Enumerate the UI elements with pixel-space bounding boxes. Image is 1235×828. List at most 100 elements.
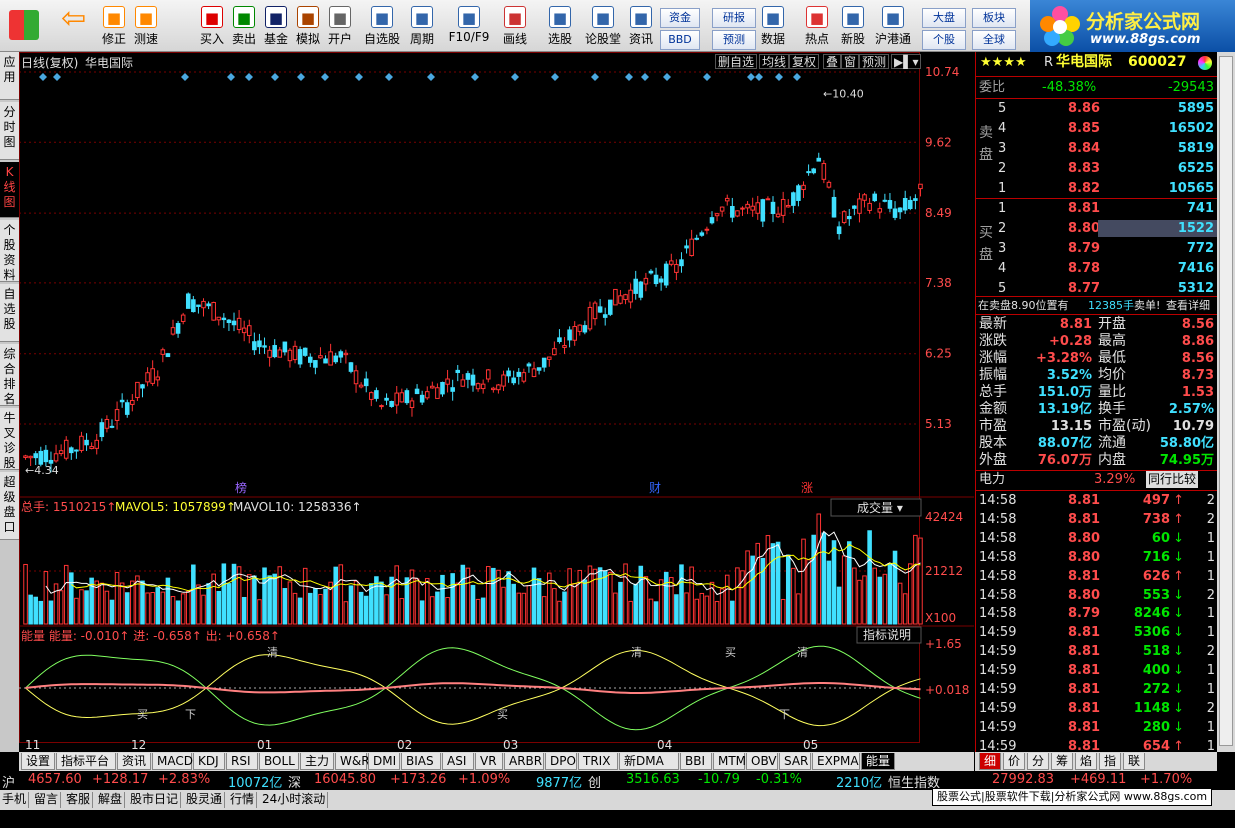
service-tab-1[interactable]: 留言 <box>32 792 62 808</box>
toolbar-button-fund[interactable]: ■ 基金 <box>260 2 292 50</box>
toolbar-button-up-down-arrows[interactable]: ■ 修正 <box>98 2 130 50</box>
indicator-tab-1[interactable]: 指标平台 <box>56 753 116 770</box>
volume-bar <box>318 593 323 625</box>
left-tab-5[interactable]: 综合排名 <box>0 344 19 406</box>
ask-row[interactable]: 1 8.82 10565 <box>976 180 1218 197</box>
chart-tool-5[interactable]: 预测 <box>859 54 890 69</box>
service-tab-2[interactable]: 客服 <box>64 792 94 808</box>
bid-row[interactable]: 3 8.79 772 <box>976 240 1218 257</box>
service-tab-0[interactable]: 手机 <box>0 792 30 808</box>
ask-row[interactable]: 5 8.86 5895 <box>976 100 1218 117</box>
toolbar-button-clock[interactable]: ■ 测速 <box>130 2 162 50</box>
chart-tool-4[interactable]: 窗 <box>841 54 860 69</box>
left-tab-7[interactable]: 超级盘口 <box>0 472 19 540</box>
bid-row[interactable]: 1 8.81 741 <box>976 200 1218 217</box>
bid-row[interactable]: 4 8.78 7416 <box>976 260 1218 277</box>
toolbar-button-lock[interactable]: ■ 开户 <box>324 2 356 50</box>
toolbar-button-hammer[interactable]: ■ 模拟 <box>292 2 324 50</box>
promo-banner[interactable]: 股票公式|股票软件下载|分析家公式网 www.88gs.com <box>932 788 1212 806</box>
left-tab-0[interactable]: 应用 <box>0 52 19 100</box>
left-tab-4[interactable]: 自选股 <box>0 284 19 342</box>
toolbar-button-sell[interactable]: ■ 卖出 <box>228 2 260 50</box>
indicator-tab-2[interactable]: 资讯 <box>117 753 151 770</box>
chart-tool-3[interactable]: 叠 <box>823 54 842 69</box>
back-button[interactable]: ⇦ <box>54 2 90 50</box>
indicator-tab-4[interactable]: KDJ <box>193 753 225 770</box>
service-tab-6[interactable]: 行情 <box>228 792 258 808</box>
indicator-tab-12[interactable]: VR <box>475 753 503 770</box>
detail-tab-0[interactable]: 细 <box>979 753 1001 770</box>
indicator-tab-0[interactable]: 设置 <box>21 753 55 770</box>
toolbar-button-sse-hke[interactable]: ■ 沪港通 <box>870 2 916 50</box>
bid-row[interactable]: 2 8.80 1522 <box>976 220 1218 237</box>
service-tab-3[interactable]: 解盘 <box>96 792 126 808</box>
market-button[interactable]: 大盘 <box>922 8 966 28</box>
indicator-tab-9[interactable]: DMI <box>368 753 400 770</box>
indicator-tab-20[interactable]: SAR <box>779 753 811 770</box>
toolbar-button-discuss[interactable]: ■ 论股堂 <box>584 2 622 50</box>
indicator-tab-15[interactable]: TRIX <box>578 753 618 770</box>
indicator-tab-13[interactable]: ARBR <box>504 753 544 770</box>
left-tab-3[interactable]: 个股资料 <box>0 220 19 282</box>
toolbar-button-select[interactable]: ■ 选股 <box>542 2 578 50</box>
ask-row[interactable]: 2 8.83 6525 <box>976 160 1218 177</box>
detail-tab-6[interactable]: 联 <box>1123 753 1145 770</box>
toolbar-button-ipo[interactable]: ■ 新股 <box>838 2 868 50</box>
bid-row[interactable]: 5 8.77 5312 <box>976 280 1218 297</box>
left-tab-1[interactable]: 分时图 <box>0 102 19 160</box>
toolbar-button-pencil[interactable]: ■ 画线 <box>496 2 534 50</box>
main-menu-button[interactable] <box>4 2 44 50</box>
indicator-tab-14[interactable]: DPO <box>545 753 577 770</box>
toolbar-button-buy[interactable]: ■ 买入 <box>196 2 228 50</box>
indicator-tab-21[interactable]: EXPMA <box>812 753 860 770</box>
ask-row[interactable]: 4 8.85 16502 <box>976 120 1218 137</box>
research-button[interactable]: 研报 <box>712 8 756 28</box>
toolbar-button-pe-data[interactable]: ■ 数据 <box>756 2 790 50</box>
indicator-tab-8[interactable]: W&R <box>335 753 370 770</box>
indicator-tab-3[interactable]: MACD <box>152 753 193 770</box>
indicator-tab-22[interactable]: 能量 <box>861 753 895 770</box>
forecast-button[interactable]: 预测 <box>712 30 756 50</box>
chart-tool-0[interactable]: 删自选 <box>715 54 758 69</box>
chart-tool-2[interactable]: 复权 <box>789 54 820 69</box>
peer-compare-button[interactable]: 同行比较 <box>1146 471 1199 488</box>
capital-button[interactable]: 资金 <box>660 8 700 28</box>
indicator-tab-16[interactable]: 新DMA <box>619 753 679 770</box>
color-wheel-icon[interactable] <box>1198 56 1212 70</box>
service-tab-7[interactable]: 24小时滚动 <box>260 792 329 808</box>
stock-button[interactable]: 个股 <box>922 30 966 50</box>
chart-menu-icon[interactable]: ▶▌▾ <box>891 54 922 69</box>
indicator-tab-5[interactable]: RSI <box>226 753 258 770</box>
sector-name[interactable]: 电力 <box>979 471 1005 488</box>
vertical-scrollbar[interactable] <box>1217 52 1235 752</box>
detail-tab-2[interactable]: 分 <box>1027 753 1049 770</box>
bbd-button[interactable]: BBD <box>660 30 700 50</box>
notice-detail-link[interactable]: 查看详细 <box>1166 297 1210 314</box>
indicator-tab-10[interactable]: BIAS <box>401 753 441 770</box>
indicator-tab-19[interactable]: OBV <box>746 753 778 770</box>
toolbar-button-clock-period[interactable]: ■ 周期 <box>404 2 440 50</box>
toolbar-button-hot[interactable]: ■ 热点 <box>800 2 834 50</box>
detail-tab-1[interactable]: 价 <box>1003 753 1025 770</box>
indicator-tab-7[interactable]: 主力 <box>300 753 334 770</box>
candle-body <box>882 199 888 202</box>
indicator-tab-6[interactable]: BOLL <box>259 753 299 770</box>
indicator-tab-18[interactable]: MTM <box>713 753 746 770</box>
toolbar-button-f10[interactable]: ■ F10/F9 <box>446 2 492 50</box>
indicator-tab-17[interactable]: BBI <box>680 753 712 770</box>
detail-tab-3[interactable]: 筹 <box>1051 753 1073 770</box>
ask-row[interactable]: 3 8.84 5819 <box>976 140 1218 157</box>
toolbar-button-news[interactable]: ■ 资讯 <box>624 2 658 50</box>
indicator-tab-11[interactable]: ASI <box>442 753 474 770</box>
service-tab-5[interactable]: 股灵通 <box>184 792 226 808</box>
detail-tab-4[interactable]: 焰 <box>1075 753 1097 770</box>
detail-tab-5[interactable]: 指 <box>1099 753 1121 770</box>
toolbar-button-star-list[interactable]: ■ 自选股 <box>360 2 404 50</box>
sector-button[interactable]: 板块 <box>972 8 1016 28</box>
global-button[interactable]: 全球 <box>972 30 1016 50</box>
left-tab-2[interactable]: K线图 <box>0 162 19 218</box>
left-tab-6[interactable]: 牛叉诊股 <box>0 408 19 470</box>
kline-chart[interactable]: 10.74 9.62 8.49 7.38 6.25 5.13 ←10.40 ←4.34 榜 财 涨总… <box>19 52 974 752</box>
service-tab-4[interactable]: 股市日记 <box>128 792 182 808</box>
chart-tool-1[interactable]: 均线 <box>759 54 790 69</box>
